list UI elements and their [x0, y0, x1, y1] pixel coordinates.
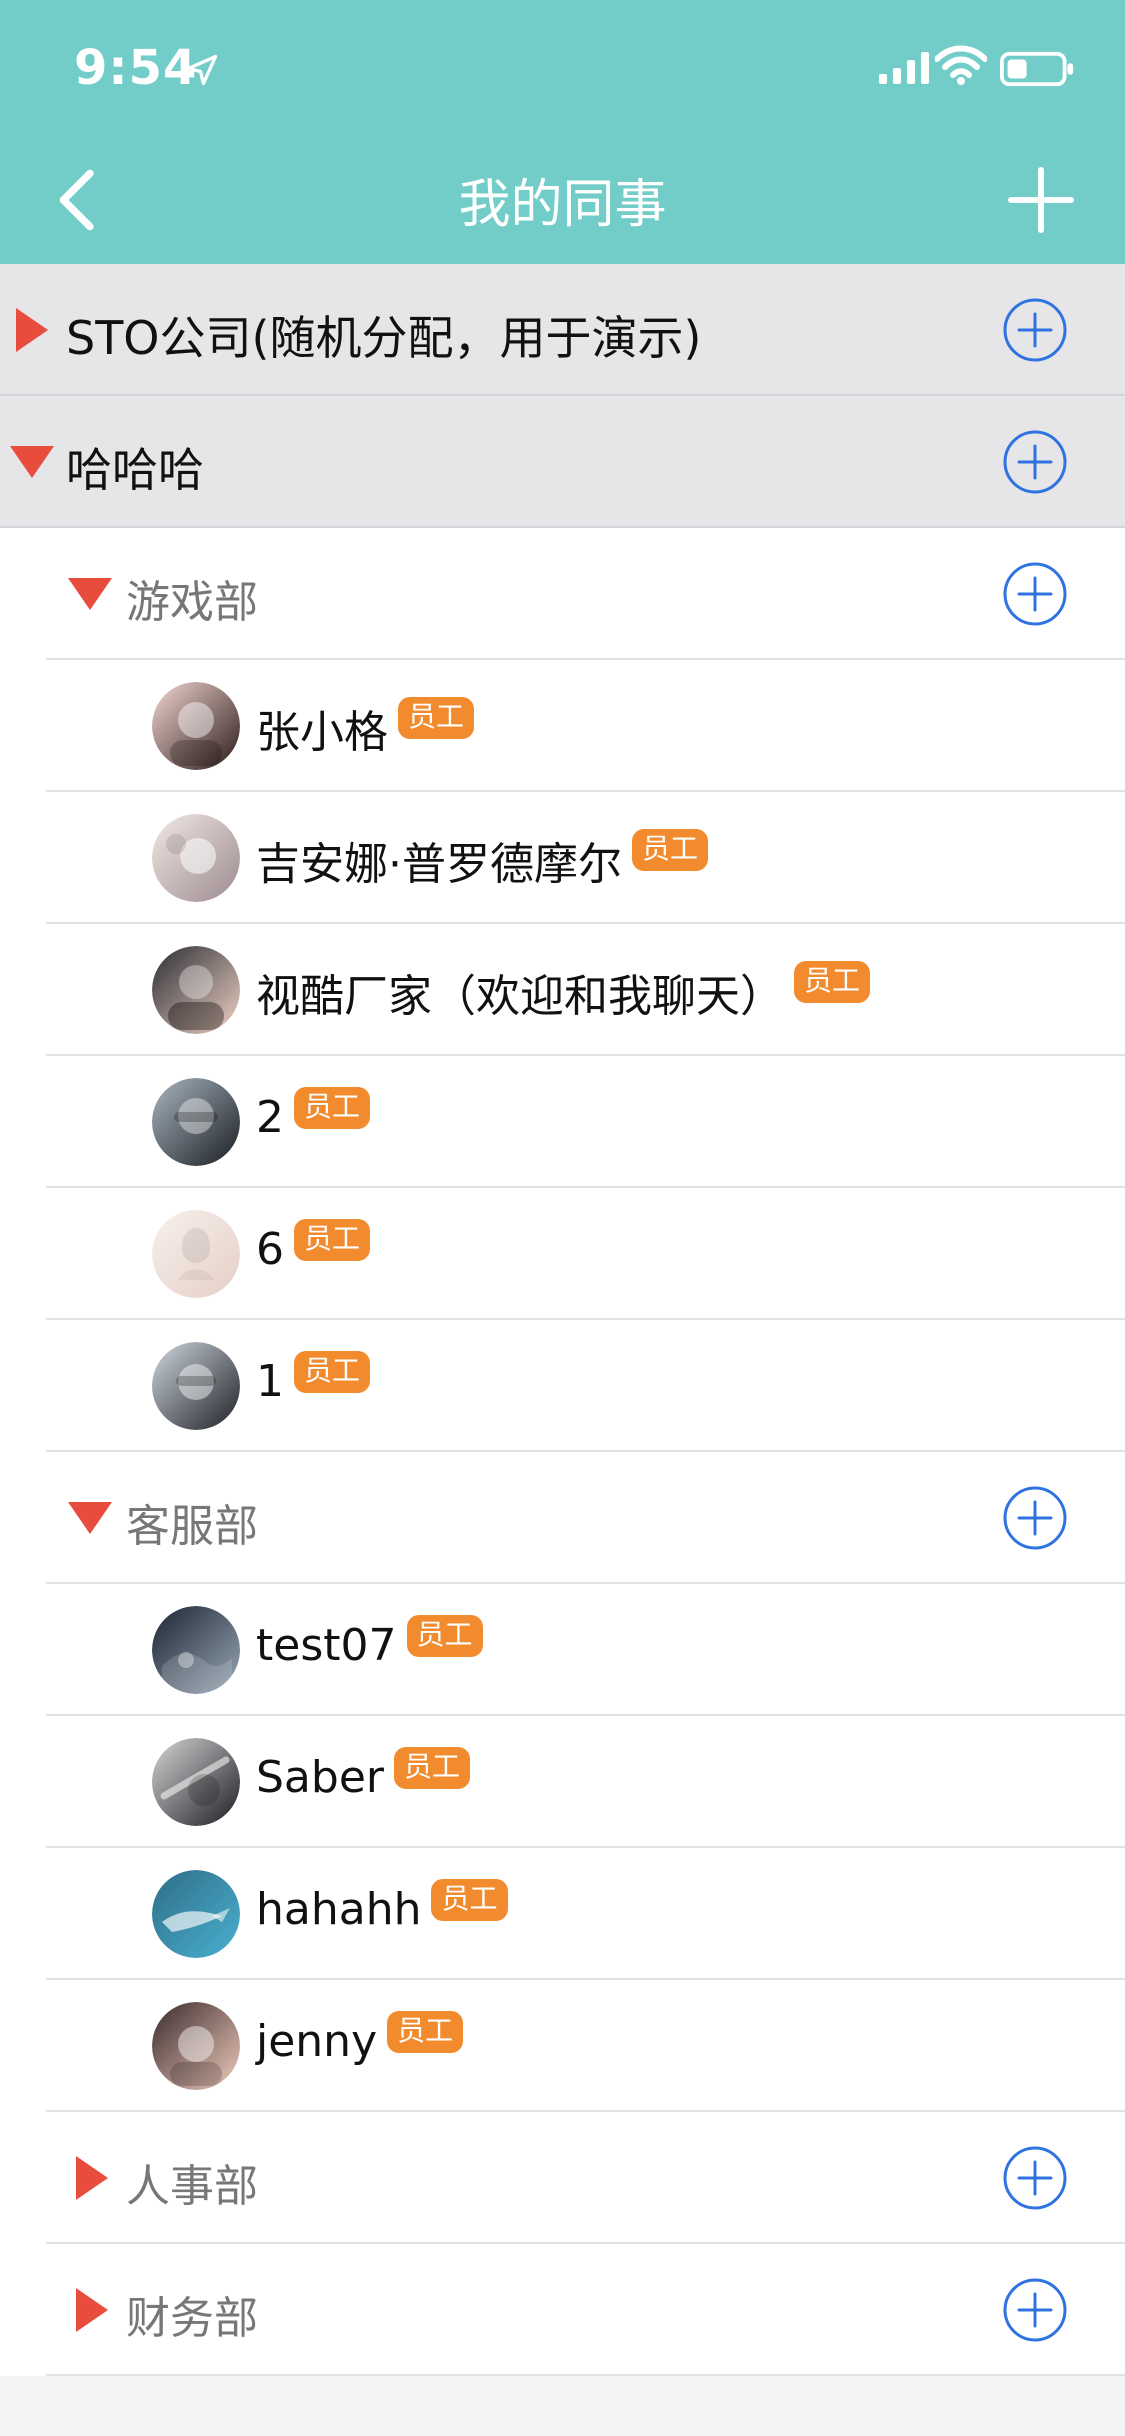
member-label: 6 员工: [256, 1218, 371, 1275]
member-row[interactable]: 2 员工: [0, 1056, 1125, 1188]
expand-arrow-right-icon[interactable]: [76, 2288, 108, 2332]
role-badge: 员工: [632, 829, 709, 871]
avatar: [152, 2002, 240, 2090]
member-name: 张小格: [256, 707, 388, 758]
page-title: 我的同事: [458, 175, 667, 235]
avatar: [152, 682, 240, 770]
member-row[interactable]: hahahh 员工: [0, 1848, 1125, 1980]
role-badge: 员工: [393, 1746, 470, 1789]
member-label: hahahh 员工: [256, 1878, 508, 1935]
expand-arrow-down-icon[interactable]: [68, 1502, 112, 1534]
department-row[interactable]: 客服部: [0, 1452, 1125, 1584]
role-badge: 员工: [294, 1350, 371, 1393]
avatar: [152, 946, 240, 1034]
header: 9:54 我的同事: [0, 0, 1125, 264]
avatar: [152, 1078, 240, 1166]
member-row[interactable]: Saber 员工: [0, 1716, 1125, 1848]
add-to-department-button[interactable]: [1003, 2278, 1067, 2342]
status-time: 9:54: [74, 40, 198, 96]
add-to-department-button[interactable]: [1003, 1486, 1067, 1550]
battery-icon: [1000, 51, 1074, 87]
member-name: Saber: [256, 1752, 384, 1803]
add-to-department-button[interactable]: [1003, 2146, 1067, 2210]
add-to-department-button[interactable]: [1003, 562, 1067, 626]
member-row[interactable]: 吉安娜·普罗德摩尔 员工: [0, 792, 1125, 924]
divider: [46, 2374, 1125, 2376]
department-row[interactable]: 游戏部: [0, 528, 1125, 660]
expand-arrow-right-icon[interactable]: [76, 2156, 108, 2200]
expand-arrow-right-icon[interactable]: [16, 308, 48, 352]
member-name: jenny: [256, 2016, 378, 2067]
role-badge: 员工: [406, 1614, 483, 1657]
member-name: hahahh: [256, 1884, 422, 1935]
nav-bar: 我的同事: [0, 132, 1125, 264]
role-badge: 员工: [294, 1218, 371, 1261]
member-label: 吉安娜·普罗德摩尔 员工: [256, 828, 709, 892]
member-name: 1: [256, 1356, 284, 1407]
avatar: [152, 1606, 240, 1694]
member-row[interactable]: 视酷厂家（欢迎和我聊天） 员工: [0, 924, 1125, 1056]
add-to-org-button[interactable]: [1003, 298, 1067, 362]
org-name: STO公司(随机分配，用于演示): [66, 311, 702, 365]
wifi-icon: [935, 45, 987, 85]
member-name: 6: [256, 1224, 284, 1275]
avatar: [152, 1738, 240, 1826]
department-row[interactable]: 人事部: [0, 2112, 1125, 2244]
plus-icon: [1008, 167, 1074, 233]
cellular-signal-icon: [879, 52, 929, 84]
role-badge: 员工: [294, 1086, 371, 1129]
member-row[interactable]: 6 员工: [0, 1188, 1125, 1320]
department-row[interactable]: 财务部: [0, 2244, 1125, 2376]
status-bar: 9:54: [0, 0, 1125, 132]
avatar: [152, 1342, 240, 1430]
org-row[interactable]: STO公司(随机分配，用于演示): [0, 264, 1125, 396]
role-badge: 员工: [794, 961, 871, 1003]
member-label: 张小格 员工: [256, 696, 475, 760]
add-button[interactable]: [1001, 160, 1081, 240]
member-name: test07: [256, 1620, 397, 1671]
member-row[interactable]: jenny 员工: [0, 1980, 1125, 2112]
department-name: 财务部: [126, 2293, 258, 2344]
member-name: 2: [256, 1092, 284, 1143]
role-badge: 员工: [398, 697, 475, 739]
avatar: [152, 814, 240, 902]
member-name: 视酷厂家（欢迎和我聊天）: [256, 971, 784, 1022]
member-name: 吉安娜·普罗德摩尔: [256, 839, 622, 890]
role-badge: 员工: [387, 2010, 464, 2053]
department-name: 人事部: [126, 2161, 258, 2212]
avatar: [152, 1870, 240, 1958]
member-row[interactable]: test07 员工: [0, 1584, 1125, 1716]
role-badge: 员工: [431, 1878, 508, 1921]
member-label: jenny 员工: [256, 2010, 464, 2067]
member-label: 2 员工: [256, 1086, 371, 1143]
member-label: test07 员工: [256, 1614, 483, 1671]
avatar: [152, 1210, 240, 1298]
member-label: 1 员工: [256, 1350, 371, 1407]
department-name: 客服部: [126, 1501, 258, 1552]
member-label: 视酷厂家（欢迎和我聊天） 员工: [256, 960, 871, 1024]
member-row[interactable]: 1 员工: [0, 1320, 1125, 1452]
expand-arrow-down-icon[interactable]: [10, 446, 54, 478]
add-to-org-button[interactable]: [1003, 430, 1067, 494]
colleague-list: STO公司(随机分配，用于演示) 哈哈哈 游戏部 张小格 员工 吉安娜·普罗德摩…: [0, 264, 1125, 2376]
app: 9:54 我的同事 STO公司(随机分配，用于演示) 哈哈哈 游戏部 张小格 员…: [0, 0, 1125, 2436]
member-label: Saber 员工: [256, 1746, 470, 1803]
department-name: 游戏部: [126, 577, 258, 628]
location-arrow-icon: [186, 54, 218, 86]
org-row[interactable]: 哈哈哈: [0, 396, 1125, 528]
org-name: 哈哈哈: [66, 443, 204, 497]
member-row[interactable]: 张小格 员工: [0, 660, 1125, 792]
expand-arrow-down-icon[interactable]: [68, 578, 112, 610]
